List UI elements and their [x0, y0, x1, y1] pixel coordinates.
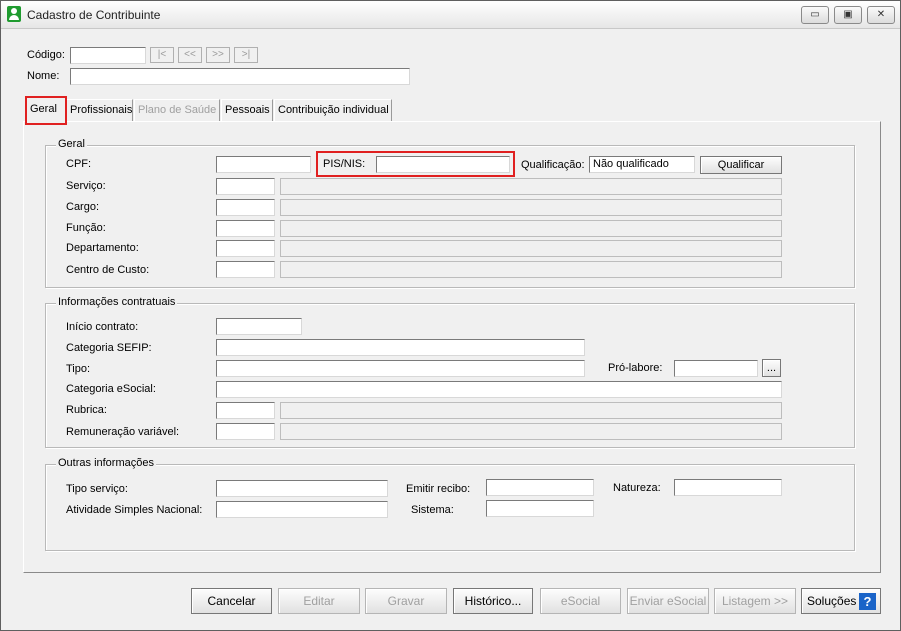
- tab-plano-de-saude: Plano de Saúde: [134, 99, 220, 121]
- esocial-button: eSocial: [540, 588, 621, 614]
- rubrica-description-field: [280, 402, 782, 419]
- tab-contribuicao-individual[interactable]: Contribuição individual: [274, 99, 392, 121]
- funcao-description-field: [280, 220, 782, 237]
- codigo-label: Código:: [27, 49, 65, 61]
- natureza-field[interactable]: [674, 479, 782, 496]
- first-record-button[interactable]: |<: [150, 47, 174, 63]
- atividade-simples-label: Atividade Simples Nacional:: [66, 504, 203, 516]
- cargo-label: Cargo:: [66, 201, 100, 213]
- remuneracao-description-field: [280, 423, 782, 440]
- categoria-sefip-field[interactable]: [216, 339, 585, 356]
- rubrica-label: Rubrica:: [66, 404, 107, 416]
- gravar-button: Gravar: [365, 588, 447, 614]
- contribuinte-window: Cadastro de Contribuinte ▭ ▣ ✕ Código: |…: [0, 0, 901, 631]
- centro-custo-description-field: [280, 261, 782, 278]
- tab-pessoais[interactable]: Pessoais: [221, 99, 273, 121]
- inicio-contrato-label: Início contrato:: [66, 321, 139, 333]
- next-record-button[interactable]: >>: [206, 47, 230, 63]
- centro-custo-code-field[interactable]: [216, 261, 275, 278]
- person-icon: [7, 6, 21, 22]
- codigo-field[interactable]: [70, 47, 146, 64]
- cpf-field[interactable]: [216, 156, 311, 173]
- rubrica-code-field[interactable]: [216, 402, 275, 419]
- sistema-label: Sistema:: [411, 504, 454, 516]
- remuneracao-code-field[interactable]: [216, 423, 275, 440]
- tipo-servico-field[interactable]: [216, 480, 388, 497]
- emitir-recibo-field[interactable]: [486, 479, 594, 496]
- categoria-esocial-field[interactable]: [216, 381, 782, 398]
- solucoes-button[interactable]: Soluções ?: [801, 588, 881, 614]
- group-contratuais-title: Informações contratuais: [56, 296, 178, 308]
- qualificar-button[interactable]: Qualificar: [700, 156, 782, 174]
- centro-custo-label: Centro de Custo:: [66, 264, 150, 276]
- listagem-button: Listagem >>: [714, 588, 796, 614]
- tipo-field[interactable]: [216, 360, 585, 377]
- remuneracao-variavel-label: Remuneração variável:: [66, 426, 180, 438]
- tipo-servico-label: Tipo serviço:: [66, 483, 128, 495]
- funcao-code-field[interactable]: [216, 220, 275, 237]
- cancelar-button[interactable]: Cancelar: [191, 588, 272, 614]
- enviar-esocial-button: Enviar eSocial: [627, 588, 709, 614]
- natureza-label: Natureza:: [613, 482, 661, 494]
- inicio-contrato-field[interactable]: [216, 318, 302, 335]
- atividade-simples-field[interactable]: [216, 501, 388, 518]
- group-outras-title: Outras informações: [56, 457, 156, 469]
- editar-button: Editar: [278, 588, 360, 614]
- close-button[interactable]: ✕: [867, 6, 895, 24]
- historico-button[interactable]: Histórico...: [453, 588, 533, 614]
- pis-field[interactable]: [376, 156, 510, 173]
- categoria-esocial-label: Categoria eSocial:: [66, 383, 156, 395]
- solucoes-label: Soluções: [807, 594, 857, 608]
- pro-labore-browse-button[interactable]: ...: [762, 359, 781, 377]
- emitir-recibo-label: Emitir recibo:: [406, 483, 471, 495]
- nome-label: Nome:: [27, 70, 60, 82]
- funcao-label: Função:: [66, 222, 106, 234]
- departamento-description-field: [280, 240, 782, 257]
- sistema-field[interactable]: [486, 500, 594, 517]
- servico-description-field: [280, 178, 782, 195]
- pro-labore-label: Pró-labore:: [608, 362, 663, 374]
- maximize-button[interactable]: ▣: [834, 6, 862, 24]
- help-icon: ?: [859, 593, 876, 610]
- tipo-label: Tipo:: [66, 363, 91, 375]
- qualificacao-label: Qualificação:: [521, 159, 585, 171]
- pro-labore-field[interactable]: [674, 360, 758, 377]
- minimize-button[interactable]: ▭: [801, 6, 829, 24]
- pis-label: PIS/NIS:: [323, 158, 366, 170]
- cpf-label: CPF:: [66, 158, 92, 170]
- departamento-label: Departamento:: [66, 242, 139, 254]
- tab-profissionais[interactable]: Profissionais: [66, 99, 133, 121]
- tab-geral[interactable]: Geral: [25, 96, 67, 125]
- qualificacao-field[interactable]: Não qualificado: [589, 156, 695, 173]
- nome-field[interactable]: [70, 68, 410, 85]
- previous-record-button[interactable]: <<: [178, 47, 202, 63]
- cargo-description-field: [280, 199, 782, 216]
- servico-label: Serviço:: [66, 180, 106, 192]
- title-bar: Cadastro de Contribuinte ▭ ▣ ✕: [1, 1, 900, 29]
- servico-code-field[interactable]: [216, 178, 275, 195]
- last-record-button[interactable]: >|: [234, 47, 258, 63]
- categoria-sefip-label: Categoria SEFIP:: [66, 342, 152, 354]
- window-title: Cadastro de Contribuinte: [27, 8, 161, 22]
- departamento-code-field[interactable]: [216, 240, 275, 257]
- group-geral-title: Geral: [56, 138, 87, 150]
- cargo-code-field[interactable]: [216, 199, 275, 216]
